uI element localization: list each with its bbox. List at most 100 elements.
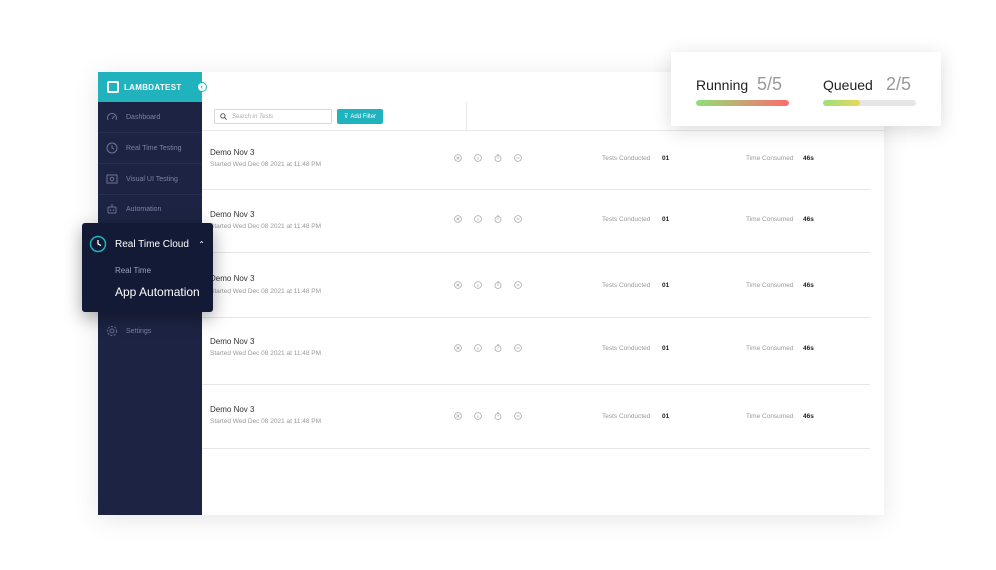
sidebar-item-automation[interactable]: Automation (98, 194, 202, 224)
sidebar-item-label: Dashboard (126, 113, 161, 121)
test-started: Started Wed Dec 08 2021 at 11:48 PM (210, 288, 322, 295)
tests-conducted-value: 01 (662, 216, 670, 223)
divider (466, 102, 467, 130)
row-actions (454, 344, 534, 352)
brand-header[interactable]: LAMBDATEST ‹ (98, 72, 207, 102)
time-consumed-value: 46s (803, 345, 814, 352)
test-started: Started Wed Dec 08 2021 at 11:48 PM (210, 161, 322, 168)
row-actions (454, 154, 534, 162)
test-started: Started Wed Dec 08 2021 at 11:48 PM (210, 223, 322, 230)
tests-conducted-value: 01 (662, 155, 670, 162)
chevron-up-icon[interactable]: ⌃ (198, 240, 205, 249)
test-started: Started Wed Dec 08 2021 at 11:48 PM (210, 350, 322, 357)
tests-conducted-value: 01 (662, 345, 670, 352)
time-consumed-label: Time Consumed (746, 345, 794, 352)
queued-progress-bar (823, 100, 916, 106)
time-consumed-label: Time Consumed (746, 282, 794, 289)
time-consumed-value: 46s (803, 413, 814, 420)
timer-icon[interactable] (494, 344, 502, 352)
queued-progress-fill (823, 100, 861, 106)
sidebar-item-label: Real Time Testing (126, 144, 182, 152)
info-icon[interactable] (474, 215, 482, 223)
robot-icon (106, 203, 118, 215)
sidebar-item-dashboard[interactable]: Dashboard (98, 102, 202, 132)
tests-conducted-label: Tests Conducted (602, 155, 651, 162)
speedometer-icon (106, 111, 118, 123)
real-time-cloud-header[interactable]: Real Time Cloud (89, 235, 189, 253)
time-consumed-label: Time Consumed (746, 413, 794, 420)
more-icon[interactable] (514, 215, 522, 223)
info-icon[interactable] (474, 154, 482, 162)
sidebar-item-settings[interactable]: Settings (98, 316, 202, 346)
more-icon[interactable] (514, 154, 522, 162)
table-row[interactable]: Demo Nov 3 Started Wed Dec 08 2021 at 11… (202, 253, 870, 318)
app-window: LAMBDATEST ‹ Dashboard Real Time Testing… (98, 72, 884, 515)
more-icon[interactable] (514, 412, 522, 420)
filter-icon: ⊽ (343, 114, 349, 120)
stop-icon[interactable] (454, 344, 462, 352)
search-placeholder: Search in Tests (232, 113, 274, 120)
table-row[interactable]: Demo Nov 3 Started Wed Dec 08 2021 at 11… (202, 318, 870, 385)
stop-icon[interactable] (454, 412, 462, 420)
timer-icon[interactable] (494, 281, 502, 289)
row-actions (454, 215, 534, 223)
time-consumed-label: Time Consumed (746, 216, 794, 223)
info-icon[interactable] (474, 412, 482, 420)
brand-name: LAMBDATEST (124, 82, 182, 92)
info-icon[interactable] (474, 344, 482, 352)
more-icon[interactable] (514, 281, 522, 289)
stop-icon[interactable] (454, 281, 462, 289)
collapse-sidebar-icon[interactable]: ‹ (197, 82, 207, 92)
test-title: Demo Nov 3 (210, 337, 255, 346)
tests-conducted-label: Tests Conducted (602, 216, 651, 223)
real-time-cloud-label: Real Time Cloud (115, 238, 189, 250)
test-title: Demo Nov 3 (210, 274, 255, 283)
add-filter-button[interactable]: ⊽ Add Filter (337, 109, 383, 124)
sidebar-item-visual-ui-testing[interactable]: Visual UI Testing (98, 164, 202, 194)
sidebar-item-label: Settings (126, 327, 152, 335)
stop-icon[interactable] (454, 215, 462, 223)
test-title: Demo Nov 3 (210, 405, 255, 414)
menu-item-app-automation[interactable]: App Automation (115, 285, 200, 299)
test-title: Demo Nov 3 (210, 210, 255, 219)
table-row[interactable]: Demo Nov 3 Started Wed Dec 08 2021 at 11… (202, 385, 870, 449)
running-progress-bar (696, 100, 789, 106)
clock-icon (106, 142, 118, 154)
test-started: Started Wed Dec 08 2021 at 11:48 PM (210, 418, 322, 425)
running-label: Running (696, 77, 749, 93)
timer-icon[interactable] (494, 215, 502, 223)
status-card: Running 5/5 Queued 2/5 (671, 52, 941, 126)
lambdatest-logo-icon (107, 81, 119, 93)
tests-conducted-label: Tests Conducted (602, 413, 651, 420)
stop-icon[interactable] (454, 154, 462, 162)
cloud-clock-icon (89, 235, 107, 253)
row-actions (454, 412, 534, 420)
time-consumed-value: 46s (803, 155, 814, 162)
more-icon[interactable] (514, 344, 522, 352)
add-filter-label: Add Filter (350, 113, 377, 120)
search-icon (220, 113, 227, 120)
real-time-cloud-menu: Real Time Cloud ⌃ Real Time App Automati… (82, 223, 213, 312)
running-progress-fill (696, 100, 789, 106)
timer-icon[interactable] (494, 154, 502, 162)
gear-icon (106, 325, 118, 337)
sidebar-item-label: Automation (126, 205, 162, 213)
timer-icon[interactable] (494, 412, 502, 420)
sidebar-item-real-time-testing[interactable]: Real Time Testing (98, 133, 202, 163)
info-icon[interactable] (474, 281, 482, 289)
menu-item-real-time[interactable]: Real Time (115, 266, 151, 275)
running-count: 5/5 (757, 74, 783, 94)
table-row[interactable]: Demo Nov 3 Started Wed Dec 08 2021 at 11… (202, 130, 870, 190)
queued-count: 2/5 (886, 74, 912, 94)
table-row[interactable]: Demo Nov 3 Started Wed Dec 08 2021 at 11… (202, 190, 870, 253)
search-input[interactable]: Search in Tests (214, 109, 332, 124)
tests-conducted-value: 01 (662, 282, 670, 289)
queued-label: Queued (823, 77, 873, 93)
test-title: Demo Nov 3 (210, 148, 255, 157)
tests-conducted-value: 01 (662, 413, 670, 420)
time-consumed-value: 46s (803, 282, 814, 289)
time-consumed-label: Time Consumed (746, 155, 794, 162)
row-actions (454, 281, 534, 289)
time-consumed-value: 46s (803, 216, 814, 223)
tests-conducted-label: Tests Conducted (602, 345, 651, 352)
